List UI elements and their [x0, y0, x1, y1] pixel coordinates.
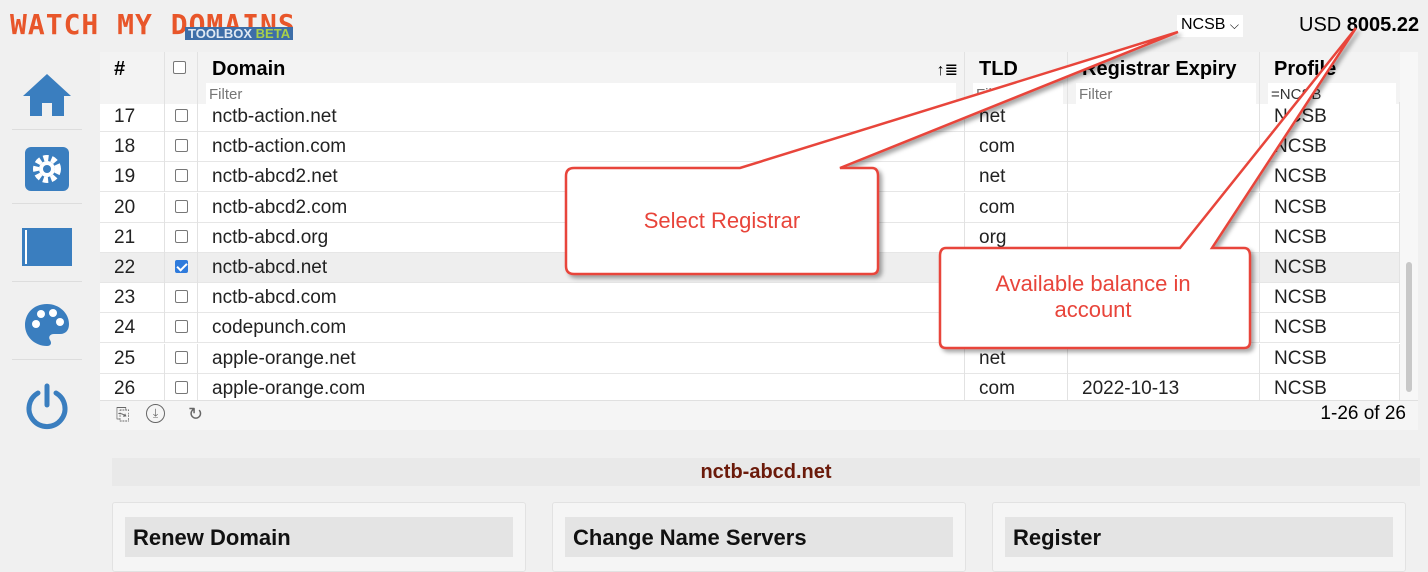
table-row[interactable]: 25 apple-orange.net net NCSB: [100, 343, 1400, 374]
row-checkbox[interactable]: [175, 350, 188, 364]
sidebar-item-panel[interactable]: [12, 212, 82, 282]
panel-icon: [22, 227, 72, 266]
cell-domain: nctb-abcd.com: [198, 283, 965, 314]
cell-num: 19: [100, 162, 165, 193]
cell-num: 25: [100, 343, 165, 374]
row-select-cell: [165, 162, 198, 193]
header: WATCH MY DOMAINS TOOLBOX BETA NCSB ⌵ USD…: [0, 0, 1428, 52]
table-row[interactable]: 17 nctb-action.net net NCSB: [100, 102, 1400, 132]
cell-num: 20: [100, 192, 165, 223]
cell-profile: NCSB: [1260, 253, 1400, 283]
registrar-select[interactable]: NCSB ⌵: [1177, 15, 1244, 37]
download-icon[interactable]: ⤓: [146, 404, 165, 423]
card-title[interactable]: Renew Domain: [125, 517, 513, 557]
cell-expiry: [1068, 102, 1260, 132]
cell-domain: apple-orange.net: [198, 343, 965, 374]
renew-domain-card: Renew Domain: [112, 502, 526, 572]
cell-tld: net: [965, 162, 1068, 193]
row-select-cell: [165, 102, 198, 132]
row-checkbox[interactable]: [175, 260, 188, 273]
cell-profile: NCSB: [1260, 192, 1400, 223]
copy-icon[interactable]: ⎘: [116, 405, 130, 425]
row-checkbox[interactable]: [175, 169, 188, 183]
row-select-cell: [165, 192, 198, 223]
cell-tld: com: [965, 192, 1068, 223]
registrar-callout: Select Registrar: [643, 208, 801, 233]
sort-icon[interactable]: ↑≣: [937, 60, 958, 80]
selected-domain-title: nctb-abcd.net: [112, 458, 1420, 486]
cell-domain: codepunch.com: [198, 313, 965, 344]
row-select-cell: [165, 313, 198, 344]
row-checkbox[interactable]: [175, 320, 188, 334]
refresh-icon[interactable]: ↻: [188, 404, 203, 425]
cell-profile: NCSB: [1260, 102, 1400, 132]
cell-profile: NCSB: [1260, 343, 1400, 374]
column-header-tld[interactable]: TLD: [965, 52, 1068, 105]
cell-num: 18: [100, 132, 165, 163]
column-header-profile[interactable]: Profile: [1260, 52, 1400, 105]
cell-tld: net: [965, 343, 1068, 374]
cell-num: 17: [100, 102, 165, 132]
row-checkbox[interactable]: [175, 380, 188, 394]
register-card: Register: [992, 502, 1406, 572]
row-checkbox[interactable]: [175, 229, 188, 243]
cell-tld: org: [965, 222, 1068, 253]
row-select-cell: [165, 132, 198, 163]
account-balance: USD 8005.22: [1299, 14, 1420, 36]
palette-icon: [25, 303, 69, 346]
sidebar: [0, 52, 100, 560]
card-title[interactable]: Register: [1005, 517, 1393, 557]
cell-expiry: [1068, 192, 1260, 223]
column-header-select: [165, 52, 198, 104]
table-row[interactable]: 18 nctb-action.com com NCSB: [100, 132, 1400, 163]
row-checkbox[interactable]: [175, 109, 188, 122]
cell-profile: NCSB: [1260, 222, 1400, 253]
row-select-cell: [165, 222, 198, 253]
row-select-cell: [165, 343, 198, 374]
gear-icon: [25, 146, 69, 191]
cell-expiry: [1068, 132, 1260, 163]
grid-header: # Domain↑≣ TLD Registrar Expiry Profile: [100, 52, 1400, 105]
pagination-info: 1-26 of 26: [1320, 403, 1406, 424]
row-select-cell: [165, 283, 198, 314]
cell-profile: NCSB: [1260, 132, 1400, 163]
cell-expiry: [1068, 162, 1260, 193]
power-icon: [26, 383, 68, 430]
column-header-expiry[interactable]: Registrar Expiry: [1068, 52, 1260, 105]
cell-num: 22: [100, 253, 165, 283]
grid-scrollbar[interactable]: [1400, 52, 1418, 402]
cell-tld: net: [965, 102, 1068, 132]
select-all-checkbox[interactable]: [173, 61, 186, 74]
row-select-cell: [165, 253, 198, 283]
grid-footer: ⎘ ⤓ ↻ 1-26 of 26: [100, 400, 1418, 430]
sidebar-item-home[interactable]: [12, 60, 82, 130]
cell-domain: nctb-action.com: [198, 132, 965, 163]
cell-tld: com: [965, 132, 1068, 163]
cell-num: 23: [100, 283, 165, 314]
card-title[interactable]: Change Name Servers: [565, 517, 953, 557]
row-checkbox[interactable]: [175, 139, 188, 153]
cell-num: 24: [100, 313, 165, 344]
cell-num: 21: [100, 222, 165, 253]
sidebar-item-settings[interactable]: [12, 134, 82, 204]
balance-callout: Available balance in account: [995, 271, 1191, 322]
cell-profile: NCSB: [1260, 162, 1400, 193]
cell-profile: NCSB: [1260, 313, 1400, 344]
column-header-domain[interactable]: Domain ↑≣: [198, 52, 965, 105]
sidebar-item-theme[interactable]: [12, 290, 82, 360]
cell-expiry: [1068, 222, 1260, 253]
home-icon: [23, 73, 71, 116]
chevron-down-icon: ⌵: [1229, 18, 1240, 32]
column-header-num[interactable]: #: [100, 52, 165, 104]
cell-expiry: [1068, 343, 1260, 374]
cell-domain: nctb-action.net: [198, 102, 965, 132]
row-checkbox[interactable]: [175, 290, 188, 304]
cell-profile: NCSB: [1260, 283, 1400, 314]
logo-toolbox-badge: TOOLBOX BETA: [185, 27, 294, 40]
sidebar-item-logout[interactable]: [12, 372, 82, 442]
row-checkbox[interactable]: [175, 199, 188, 213]
scrollbar-thumb[interactable]: [1406, 262, 1412, 392]
change-name-servers-card: Change Name Servers: [552, 502, 966, 572]
